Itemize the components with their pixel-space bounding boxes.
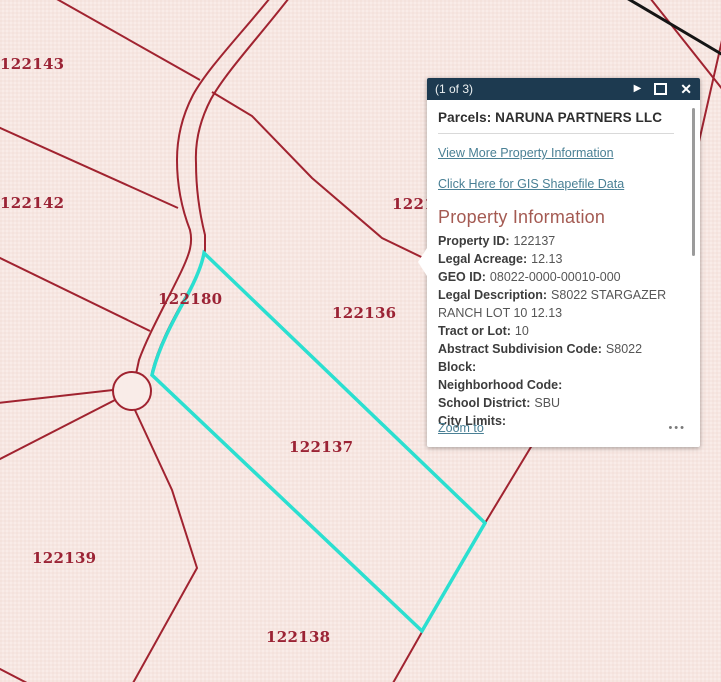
field-abstract-subdivision-code: Abstract Subdivision Code:S8022 xyxy=(438,340,674,358)
popup-callout-arrow xyxy=(418,248,427,276)
section-heading: Property Information xyxy=(438,207,674,228)
gis-map-viewer: 122143 122142 122180 12213 122136 122137… xyxy=(0,0,721,682)
close-icon[interactable]: ✕ xyxy=(680,82,692,96)
cul-de-sac-circle xyxy=(113,372,151,410)
popup-header: (1 of 3) ▶ ✕ xyxy=(427,78,700,100)
field-property-id: Property ID:122137 xyxy=(438,232,674,250)
field-block: Block: xyxy=(438,358,674,376)
popup-footer: Zoom to ••• xyxy=(438,421,686,435)
ellipsis-menu-icon[interactable]: ••• xyxy=(668,423,686,434)
parcel-label: 122137 xyxy=(289,440,353,455)
popup-pager: (1 of 3) xyxy=(435,82,473,96)
square-icon xyxy=(654,83,667,95)
triangle-right-icon: ▶ xyxy=(634,84,642,94)
feature-popup: (1 of 3) ▶ ✕ Parcels: NARUNA PARTNERS LL… xyxy=(427,78,700,447)
field-school-district: School District:SBU xyxy=(438,394,674,412)
view-more-property-info-link[interactable]: View More Property Information xyxy=(438,146,614,160)
popup-body: Parcels: NARUNA PARTNERS LLC View More P… xyxy=(427,100,700,447)
zoom-to-link[interactable]: Zoom to xyxy=(438,421,484,435)
parcel-label: 122139 xyxy=(32,551,96,566)
field-geo-id: GEO ID:08022-0000-00010-000 xyxy=(438,268,674,286)
parcel-label: 122143 xyxy=(0,57,64,72)
field-legal-description: Legal Description:S8022 STARGAZER RANCH … xyxy=(438,286,674,322)
field-legal-acreage: Legal Acreage:12.13 xyxy=(438,250,674,268)
field-neighborhood-code: Neighborhood Code: xyxy=(438,376,674,394)
field-tract-or-lot: Tract or Lot:10 xyxy=(438,322,674,340)
divider xyxy=(438,133,674,134)
parcel-label: 122180 xyxy=(158,292,222,307)
next-feature-icon[interactable]: ▶ xyxy=(634,84,642,94)
maximize-icon[interactable] xyxy=(654,83,667,95)
gis-shapefile-link[interactable]: Click Here for GIS Shapefile Data xyxy=(438,177,624,191)
property-fields: Property ID:122137 Legal Acreage:12.13 G… xyxy=(438,232,674,430)
popup-title: Parcels: NARUNA PARTNERS LLC xyxy=(438,110,674,125)
parcel-label: 122142 xyxy=(0,196,64,211)
parcel-label: 122136 xyxy=(332,306,396,321)
parcel-label: 122138 xyxy=(266,630,330,645)
popup-scrollbar[interactable] xyxy=(692,108,695,256)
x-icon: ✕ xyxy=(680,82,692,96)
